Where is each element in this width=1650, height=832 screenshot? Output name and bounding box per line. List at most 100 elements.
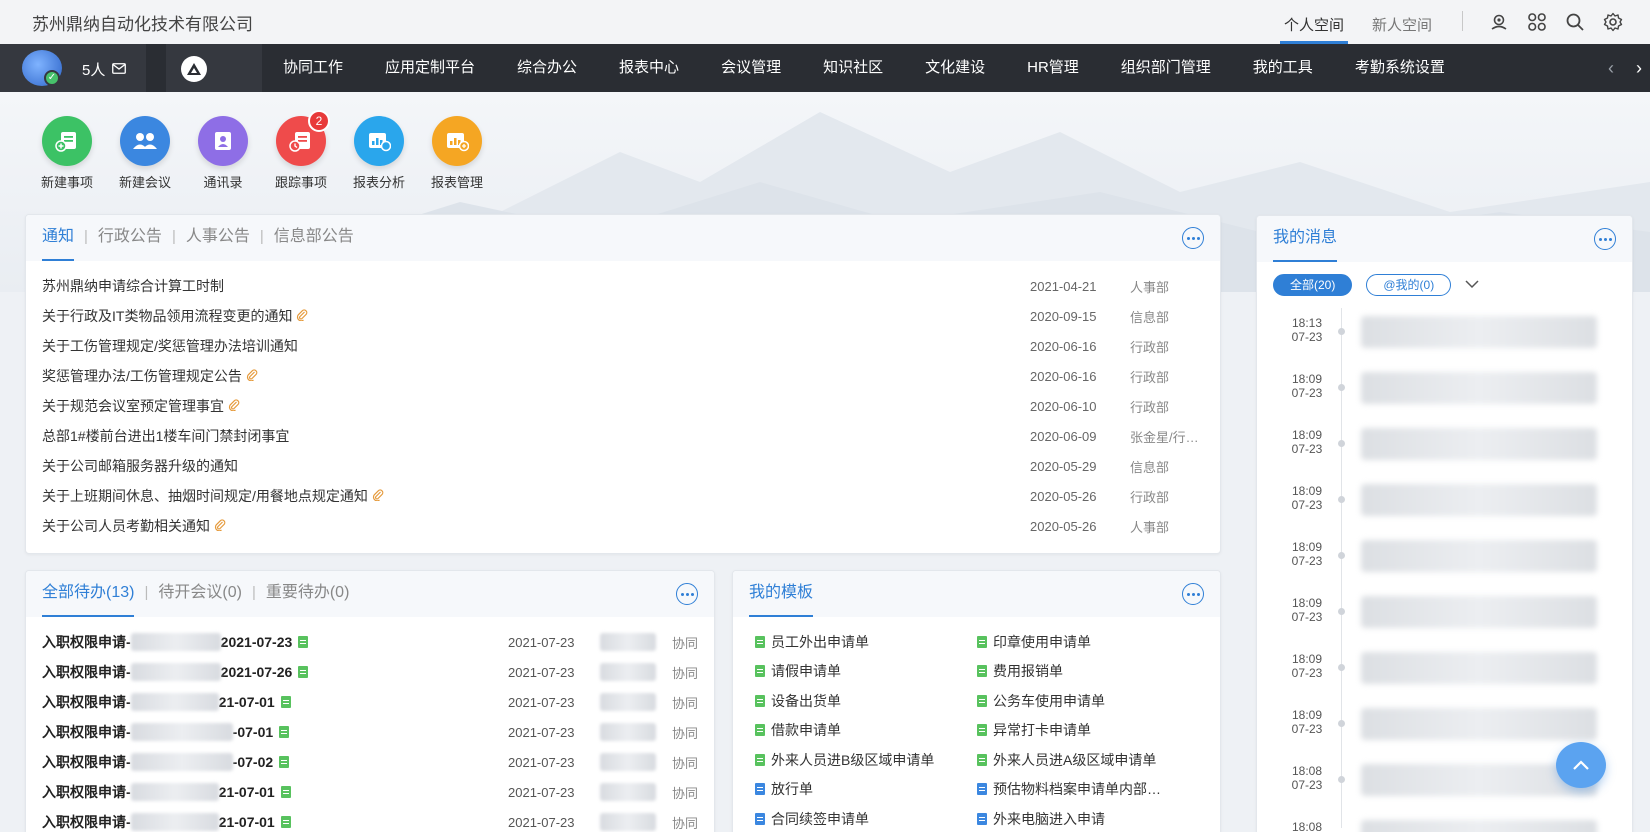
todo-title-prefix[interactable]: 入职权限申请- [42,722,131,742]
template-item[interactable]: 外来人员进A级区域申请单 [977,745,1207,775]
todo-title[interactable]: 入职权限申请- 21-07-01 [42,812,508,832]
back-to-top-button[interactable] [1556,742,1606,788]
template-item[interactable]: 异常打卡申请单 [977,716,1207,746]
notice-title[interactable]: 关于工伤管理规定/奖惩管理办法培训通知 [42,336,1030,356]
nav-item-attendance[interactable]: 考勤系统设置 [1334,44,1466,92]
todo-title-suffix[interactable]: 2021-07-23 [221,634,293,650]
tab-notice[interactable]: 通知 [42,215,75,261]
template-label[interactable]: 合同续签申请单 [771,809,869,829]
notice-title-text[interactable]: 总部1#楼前台进出1楼车间门禁封闭事宜 [42,428,289,444]
template-item[interactable]: 员工外出申请单 [755,627,977,657]
template-label[interactable]: 印章使用申请单 [993,632,1091,652]
template-label[interactable]: 设备出货单 [771,691,841,711]
redacted-message-content[interactable] [1361,820,1597,832]
todo-title-suffix[interactable]: -07-02 [233,754,273,770]
notice-title[interactable]: 关于公司邮箱服务器升级的通知 [42,456,1030,476]
notice-title[interactable]: 关于上班期间休息、抽烟时间规定/用餐地点规定通知 [42,486,1030,506]
report-manage-icon[interactable] [432,116,482,166]
tab-my-messages[interactable]: 我的消息 [1273,216,1338,262]
template-label[interactable]: 员工外出申请单 [771,632,869,652]
template-label[interactable]: 借款申请单 [771,720,841,740]
message-item[interactable]: 18:09 07-23 [1257,420,1632,476]
app-track-items[interactable]: 2 跟踪事项 [272,110,330,191]
nav-item-office[interactable]: 综合办公 [496,44,598,92]
todo-title[interactable]: 入职权限申请- 2021-07-26 [42,662,508,682]
settings-gear-icon[interactable] [1602,11,1624,33]
todo-row[interactable]: 入职权限申请- -07-01 2021-07-23 协同 [42,717,698,747]
message-item[interactable]: 18:09 07-23 [1257,364,1632,420]
redacted-message-content[interactable] [1361,372,1597,404]
nav-next-icon[interactable]: › [1636,58,1642,79]
user-block[interactable]: ✓ 5人 [0,44,146,92]
message-item[interactable]: 18:09 07-23 [1257,532,1632,588]
filter-mentions-button[interactable]: @我的(0) [1366,274,1452,296]
template-item[interactable]: 外来人员进B级区域申请单 [755,745,977,775]
notice-title-text[interactable]: 关于公司人员考勤相关通知 [42,518,210,534]
nav-item-culture[interactable]: 文化建设 [904,44,1006,92]
template-label[interactable]: 异常打卡申请单 [993,720,1091,740]
new-item-icon[interactable] [42,116,92,166]
message-item[interactable]: 18:09 07-23 [1257,644,1632,700]
notice-title-text[interactable]: 奖惩管理办法/工伤管理规定公告 [42,368,242,384]
more-options-icon[interactable] [1182,227,1204,249]
notice-title[interactable]: 奖惩管理办法/工伤管理规定公告 [42,366,1030,386]
nav-item-knowledge[interactable]: 知识社区 [802,44,904,92]
notice-row[interactable]: 关于工伤管理规定/奖惩管理办法培训通知 2020-06-16 行政部 [42,331,1204,361]
template-item[interactable]: 请假申请单 [755,657,977,687]
nav-item-org[interactable]: 组织部门管理 [1100,44,1232,92]
todo-title[interactable]: 入职权限申请- 21-07-01 [42,692,508,712]
notice-title-text[interactable]: 关于上班期间休息、抽烟时间规定/用餐地点规定通知 [42,488,368,504]
redacted-message-content[interactable] [1361,540,1597,572]
more-options-icon[interactable] [676,583,698,605]
template-item[interactable]: 外来电脑进入申请 [977,804,1207,832]
todo-title-suffix[interactable]: 2021-07-26 [221,664,293,680]
search-icon[interactable] [1564,11,1586,33]
message-item[interactable]: 18:13 07-23 [1257,308,1632,364]
todo-title-prefix[interactable]: 入职权限申请- [42,692,131,712]
message-item[interactable]: 18:0807-23 [1257,812,1632,832]
todo-row[interactable]: 入职权限申请- 21-07-01 2021-07-23 协同 [42,687,698,717]
todo-row[interactable]: 入职权限申请- -07-02 2021-07-23 协同 [42,747,698,777]
todo-row[interactable]: 入职权限申请- 21-07-01 2021-07-23 协同 [42,777,698,807]
mail-icon[interactable] [112,61,126,79]
redacted-message-content[interactable] [1361,652,1597,684]
template-label[interactable]: 公务车使用申请单 [993,691,1105,711]
nav-item-meeting[interactable]: 会议管理 [700,44,802,92]
notice-row[interactable]: 关于公司人员考勤相关通知 2020-05-26 人事部 [42,511,1204,541]
notice-row[interactable]: 关于上班期间休息、抽烟时间规定/用餐地点规定通知 2020-05-26 行政部 [42,481,1204,511]
app-new-item[interactable]: 新建事项 [38,116,96,191]
redacted-message-content[interactable] [1361,596,1597,628]
tab-newcomer-space[interactable]: 新人空间 [1358,0,1446,44]
todo-row[interactable]: 入职权限申请- 2021-07-23 2021-07-23 协同 [42,627,698,657]
nav-item-hr[interactable]: HR管理 [1006,44,1100,92]
home-logo-block[interactable] [166,44,262,92]
notice-title[interactable]: 关于公司人员考勤相关通知 [42,516,1030,536]
notice-row[interactable]: 关于行政及IT类物品领用流程变更的通知 2020-09-15 信息部 [42,301,1204,331]
todo-title[interactable]: 入职权限申请- 21-07-01 [42,782,508,802]
tab-my-templates[interactable]: 我的模板 [749,571,814,617]
home-logo-icon[interactable] [181,56,207,82]
notice-title[interactable]: 关于行政及IT类物品领用流程变更的通知 [42,306,1030,326]
todo-title[interactable]: 入职权限申请- -07-02 [42,752,508,772]
template-item[interactable]: 合同续签申请单 [755,804,977,832]
template-item[interactable]: 设备出货单 [755,686,977,716]
todo-title-suffix[interactable]: 21-07-01 [219,784,275,800]
online-user-count[interactable]: 5人 [82,59,105,80]
todo-title-prefix[interactable]: 入职权限申请- [42,752,131,772]
report-analysis-icon[interactable] [354,116,404,166]
message-item[interactable]: 18:09 07-23 [1257,588,1632,644]
template-label[interactable]: 放行单 [771,779,813,799]
more-options-icon[interactable] [1182,583,1204,605]
notice-row[interactable]: 总部1#楼前台进出1楼车间门禁封闭事宜 2020-06-09 张金星/行… [42,421,1204,451]
nav-item-tools[interactable]: 我的工具 [1232,44,1334,92]
redacted-message-content[interactable] [1361,708,1597,740]
meeting-icon[interactable] [120,116,170,166]
todo-row[interactable]: 入职权限申请- 2021-07-26 2021-07-23 协同 [42,657,698,687]
template-item[interactable]: 放行单 [755,775,977,805]
message-item[interactable]: 18:09 07-23 [1257,476,1632,532]
template-label[interactable]: 外来电脑进入申请 [993,809,1105,829]
nav-item-collaboration[interactable]: 协同工作 [262,44,364,92]
tab-all-todos[interactable]: 全部待办(13) [42,571,135,617]
app-report-analysis[interactable]: 报表分析 [350,116,408,191]
tab-it-announcement[interactable]: 信息部公告 [274,215,354,261]
